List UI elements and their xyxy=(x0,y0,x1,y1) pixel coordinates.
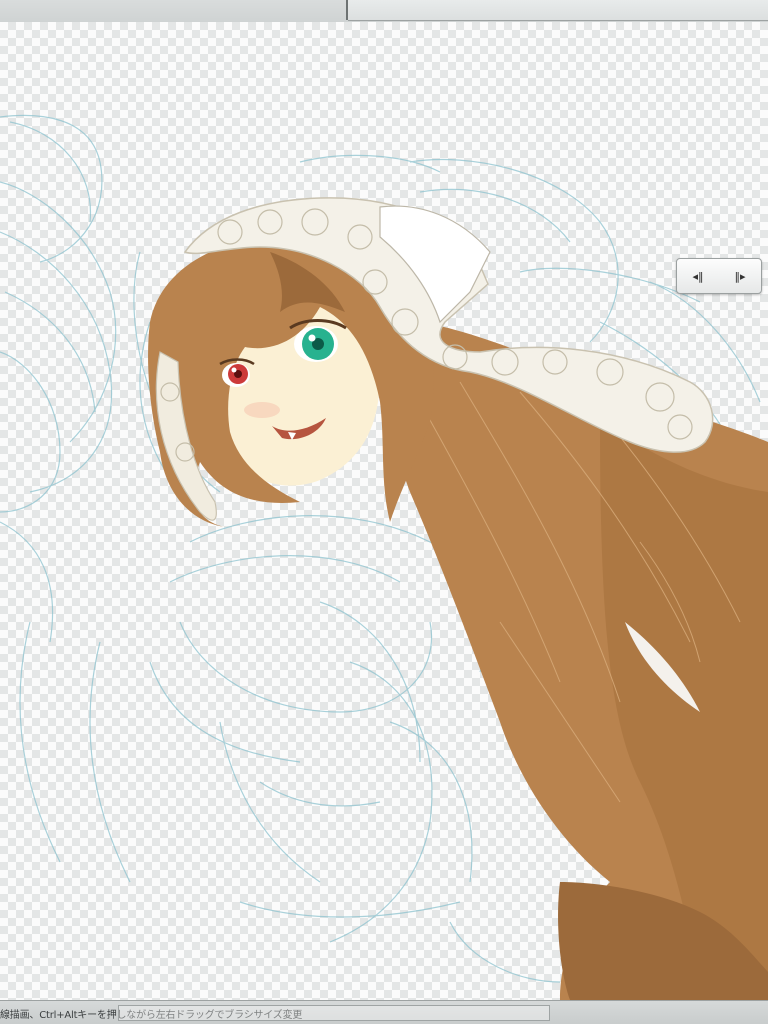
artwork-layer xyxy=(0,114,768,1000)
top-toolbar xyxy=(0,0,768,23)
blush xyxy=(244,402,280,418)
next-frame-button[interactable]: ‖▸ xyxy=(725,264,755,288)
toolbar-panel xyxy=(348,0,768,21)
drawing-canvas[interactable]: ◂‖ ‖▸ xyxy=(0,22,768,1000)
previous-frame-button[interactable]: ◂‖ xyxy=(683,264,713,288)
frame-navigation: ◂‖ ‖▸ xyxy=(676,258,762,294)
status-bar: 線描画、Ctrl+Altキーを押しながら左右ドラッグでブラシサイズ変更 xyxy=(0,1000,768,1024)
previous-frame-icon: ◂‖ xyxy=(692,269,704,283)
next-frame-icon: ‖▸ xyxy=(734,269,746,283)
status-field xyxy=(118,1005,550,1021)
drawing-app-screen: ◂‖ ‖▸ 線描画、Ctrl+Altキーを押しながら左右ドラッグでブラシサイズ変… xyxy=(0,0,768,1024)
